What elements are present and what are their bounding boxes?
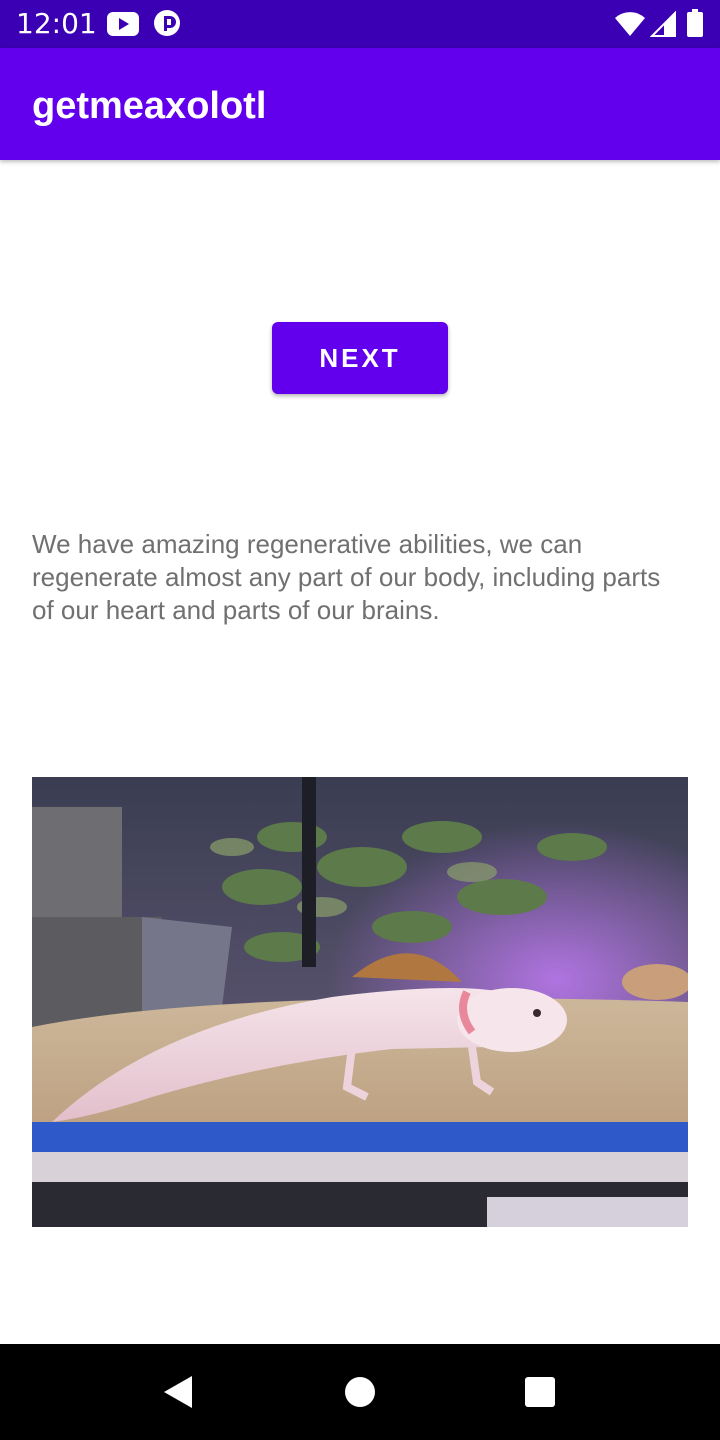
pocket-casts-icon [154, 10, 180, 36]
recents-icon[interactable] [522, 1374, 558, 1410]
app-title: getmeaxolotl [32, 85, 267, 127]
next-button[interactable]: NEXT [272, 322, 448, 394]
fact-text: We have amazing regenerative abilities, … [32, 529, 661, 625]
nav-bar [0, 1344, 720, 1440]
wifi-icon [615, 12, 645, 37]
app-bar: getmeaxolotl [0, 48, 720, 160]
signal-icon [650, 10, 676, 37]
youtube-icon [107, 12, 139, 36]
axolotl-image [32, 777, 688, 1227]
status-bar: 12:01 [0, 0, 720, 48]
status-time: 12:01 [16, 7, 97, 40]
back-icon[interactable] [160, 1374, 196, 1410]
battery-icon [687, 9, 703, 37]
home-icon[interactable] [342, 1374, 378, 1410]
